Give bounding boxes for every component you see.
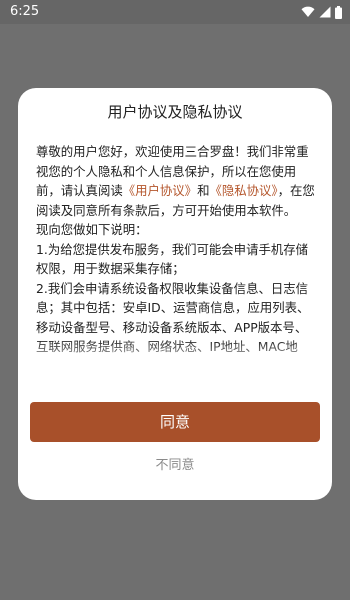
- disagree-button[interactable]: 不同意: [30, 452, 320, 480]
- wifi-icon: [301, 6, 315, 18]
- status-bar: 6:25: [0, 0, 350, 24]
- privacy-dialog: 用户协议及隐私协议 尊敬的用户您好，欢迎使用三合罗盘！我们非常重视您的个人隐私和…: [18, 88, 332, 500]
- privacy-agreement-link[interactable]: 《隐私协议》: [209, 183, 277, 198]
- storage-permission-text: 1.为给您提供发布服务，我们可能会申请手机存储权限，用于数据采集存储；: [36, 241, 309, 277]
- scroll-fade: [18, 340, 332, 370]
- dialog-title: 用户协议及隐私协议: [107, 103, 243, 121]
- dialog-body[interactable]: 尊敬的用户您好，欢迎使用三合罗盘！我们非常重视您的个人隐私和个人信息保护，所以在…: [36, 142, 316, 358]
- agree-button[interactable]: 同意: [30, 402, 320, 442]
- signal-icon: [319, 6, 331, 18]
- intro-and-text: 和: [197, 183, 210, 198]
- status-icons: [301, 5, 342, 19]
- status-time: 6:25: [10, 4, 40, 19]
- user-agreement-link[interactable]: 《用户协议》: [123, 183, 197, 198]
- explanation-heading: 现向您做如下说明：: [36, 222, 148, 237]
- intro-paragraph: 尊敬的用户您好，欢迎使用三合罗盘！我们非常重视您的个人隐私和个人信息保护，所以在…: [36, 142, 316, 220]
- battery-icon: [335, 5, 342, 19]
